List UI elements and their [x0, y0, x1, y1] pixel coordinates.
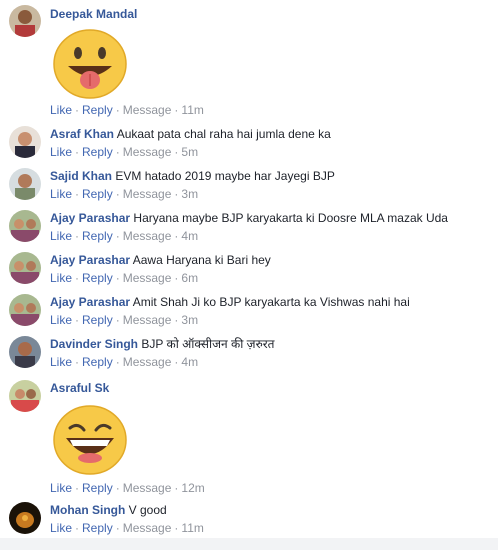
message-link[interactable]: Message — [123, 313, 172, 327]
comment-actions: Like · Reply · Message · 4m — [50, 229, 199, 243]
timestamp[interactable]: 3m — [181, 187, 198, 201]
commenter-name[interactable]: Asraf Khan — [50, 127, 114, 141]
comment-actions: Like · Reply · Message · 4m — [50, 355, 199, 369]
reply-link[interactable]: Reply — [82, 313, 113, 327]
comment-text: Amit Shah Ji ko BJP karyakarta ka Vishwa… — [132, 295, 410, 309]
comment-text: V good — [128, 503, 167, 517]
comment-text: Haryana maybe BJP karyakarta ki Doosre M… — [133, 211, 448, 225]
timestamp[interactable]: 11m — [181, 103, 203, 117]
comment-item: Asraful Sk Like · Reply · Message · 12m — [0, 378, 498, 496]
tongue-out-emoji — [52, 26, 128, 105]
timestamp[interactable]: 3m — [181, 313, 198, 327]
reply-link[interactable]: Reply — [82, 271, 113, 285]
comment-item: Sajid Khan EVM hatado 2019 maybe har Jay… — [0, 168, 498, 204]
message-link[interactable]: Message — [123, 187, 172, 201]
timestamp[interactable]: 4m — [181, 229, 198, 243]
like-link[interactable]: Like — [50, 521, 72, 535]
timestamp[interactable]: 11m — [181, 521, 203, 535]
comment-text: EVM hatado 2019 maybe har Jayegi BJP — [115, 169, 335, 183]
message-link[interactable]: Message — [123, 271, 172, 285]
timestamp[interactable]: 5m — [181, 145, 198, 159]
comment-actions: Like · Reply · Message · 11m — [50, 103, 204, 117]
like-link[interactable]: Like — [50, 187, 72, 201]
like-link[interactable]: Like — [50, 355, 72, 369]
commenter-name[interactable]: Deepak Mandal — [50, 7, 137, 21]
comment-actions: Like · Reply · Message · 11m — [50, 521, 204, 535]
like-link[interactable]: Like — [50, 271, 72, 285]
comment-actions: Like · Reply · Message · 12m — [50, 481, 205, 495]
like-link[interactable]: Like — [50, 481, 72, 495]
comment-item: Davinder Singh BJP को ऑक्सीजन की ज़रुरत … — [0, 336, 498, 372]
commenter-name[interactable]: Mohan Singh — [50, 503, 125, 517]
bottom-edge — [0, 538, 498, 550]
commenter-name[interactable]: Sajid Khan — [50, 169, 112, 183]
reply-link[interactable]: Reply — [82, 355, 113, 369]
comment-item: Asraf Khan Aukaat pata chal raha hai jum… — [0, 126, 498, 162]
comment-actions: Like · Reply · Message · 3m — [50, 313, 199, 327]
like-link[interactable]: Like — [50, 103, 72, 117]
like-link[interactable]: Like — [50, 229, 72, 243]
comment-item: Mohan Singh V good Like · Reply · Message · 11… — [0, 502, 498, 538]
avatar[interactable] — [9, 294, 41, 326]
reply-link[interactable]: Reply — [82, 229, 113, 243]
reply-link[interactable]: Reply — [82, 187, 113, 201]
message-link[interactable]: Message — [123, 481, 172, 495]
timestamp[interactable]: 12m — [181, 481, 204, 495]
like-link[interactable]: Like — [50, 313, 72, 327]
message-link[interactable]: Message — [123, 355, 172, 369]
comment-actions: Like · Reply · Message · 3m — [50, 187, 199, 201]
message-link[interactable]: Message — [123, 103, 172, 117]
commenter-name[interactable]: Ajay Parashar — [50, 295, 130, 309]
reply-link[interactable]: Reply — [82, 521, 113, 535]
avatar[interactable] — [9, 380, 41, 412]
avatar[interactable] — [9, 336, 41, 368]
comment-item: Ajay Parashar Haryana maybe BJP karyakar… — [0, 210, 498, 246]
avatar[interactable] — [9, 126, 41, 158]
avatar[interactable] — [9, 252, 41, 284]
message-link[interactable]: Message — [123, 229, 172, 243]
commenter-name[interactable]: Ajay Parashar — [50, 253, 130, 267]
comment-item: Deepak Mandal Like · Reply · Message · 11m — [0, 0, 498, 118]
avatar[interactable] — [9, 210, 41, 242]
comment-item: Ajay Parashar Aawa Haryana ki Bari hey L… — [0, 252, 498, 288]
comment-text: Aukaat pata chal raha hai jumla dene ka — [116, 127, 331, 141]
reply-link[interactable]: Reply — [82, 103, 113, 117]
avatar[interactable] — [9, 502, 41, 534]
comment-actions: Like · Reply · Message · 6m — [50, 271, 199, 285]
like-link[interactable]: Like — [50, 145, 72, 159]
commenter-name[interactable]: Ajay Parashar — [50, 211, 130, 225]
timestamp[interactable]: 4m — [181, 355, 198, 369]
reply-link[interactable]: Reply — [82, 481, 113, 495]
comment-text: Aawa Haryana ki Bari hey — [132, 253, 271, 267]
avatar[interactable] — [9, 168, 41, 200]
timestamp[interactable]: 6m — [181, 271, 198, 285]
comment-item: Ajay Parashar Amit Shah Ji ko BJP karyak… — [0, 294, 498, 330]
message-link[interactable]: Message — [123, 521, 172, 535]
comment-actions: Like · Reply · Message · 5m — [50, 145, 199, 159]
laughing-emoji — [52, 402, 128, 481]
commenter-name[interactable]: Davinder Singh — [50, 337, 138, 351]
message-link[interactable]: Message — [123, 145, 172, 159]
commenter-name[interactable]: Asraful Sk — [50, 381, 109, 395]
comment-text: BJP को ऑक्सीजन की ज़रुरत — [141, 337, 275, 351]
reply-link[interactable]: Reply — [82, 145, 113, 159]
avatar[interactable] — [9, 5, 41, 37]
